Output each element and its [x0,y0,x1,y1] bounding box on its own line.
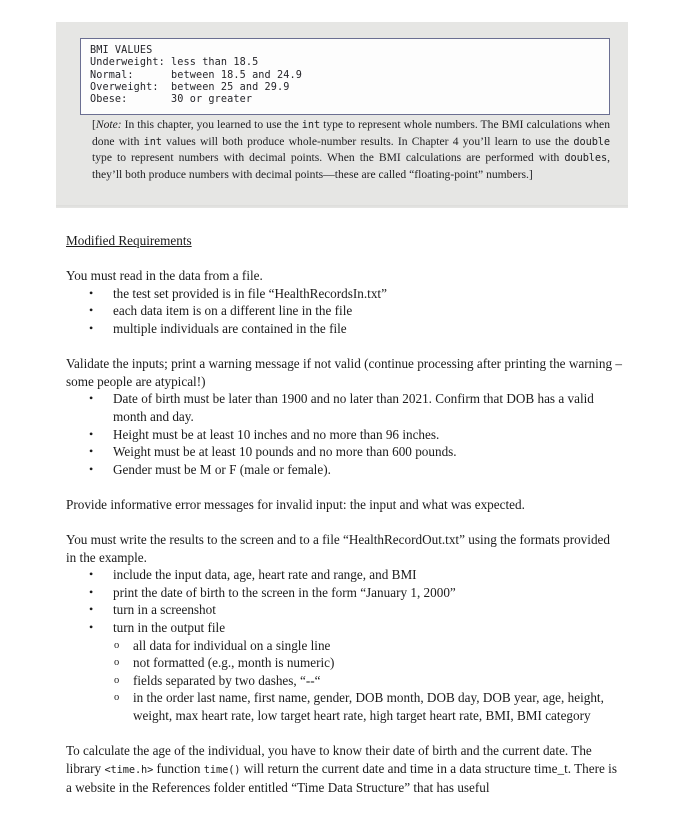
list-item: • turn in a screenshot [89,601,622,619]
list-item: • turn in the output file [89,619,622,637]
list-item: • multiple individuals are contained in t… [89,320,622,338]
list-item: • Weight must be at least 10 pounds and n… [89,443,622,461]
inline-code-doubles: doubles [564,152,608,165]
list-item: o in the order last name, first name, gen… [114,689,622,724]
intro-paragraph: You must read in the data from a file. [66,268,263,284]
list-item-label: Weight must be at least 10 pounds and no… [113,444,457,460]
circle-marker-icon: o [114,674,120,686]
inline-code-int-2: int [143,135,162,148]
list-item: o not formatted (e.g., month is numeric) [114,654,622,672]
list-item-label: fields separated by two dashes, “--“ [133,672,321,688]
bullet-marker-icon: • [89,567,94,582]
note-label: Note: [95,118,122,131]
list-item: • Gender must be M or F (male or female). [89,461,622,479]
list-item: • include the input data, age, heart rate… [89,566,622,584]
list-item: o fields separated by two dashes, “--“ [114,672,622,690]
bullet-marker-icon: • [89,426,94,441]
validate-bullet-list: • Date of birth must be later than 1900 a… [66,390,622,478]
list-item: • the test set provided is in file “Healt… [89,285,622,303]
list-item-label: each data item is on a different line in… [113,303,353,319]
section-heading-modified-requirements: Modified Requirements [66,233,192,248]
inline-code-time-function: time() [203,763,241,776]
closing-text-2: function [153,760,204,776]
list-item-label: turn in a screenshot [113,602,216,618]
list-item: • each data item is on a different line i… [89,302,622,320]
list-item-label: all data for individual on a single line [133,637,331,653]
bmi-values-code-box: BMI VALUES Underweight: less than 18.5 N… [80,38,610,116]
bullet-marker-icon: • [89,620,94,635]
bmi-values-code-text: BMI VALUES Underweight: less than 18.5 N… [90,45,302,106]
intro-bullet-list: • the test set provided is in file “Healt… [66,285,622,338]
list-item-label: turn in the output file [113,620,226,636]
list-item-label: print the date of birth to the screen in… [113,584,456,600]
list-item-label: not formatted (e.g., month is numeric) [133,655,335,671]
error-messages-paragraph: Provide informative error messages for i… [66,496,525,512]
list-item: • print the date of birth to the screen i… [89,584,622,602]
list-item-label: Gender must be M or F (male or female). [113,461,331,477]
bullet-marker-icon: • [89,584,94,599]
circle-marker-icon: o [114,657,120,669]
note-text-4: type to represent numbers with decimal p… [92,151,565,165]
inline-code-double: double [573,135,610,148]
list-item: • Height must be at least 10 inches and n… [89,426,622,444]
bullet-marker-icon: • [89,320,94,335]
bullet-marker-icon: • [89,444,94,459]
note-paragraph: [Note: In this chapter, you learned to u… [92,117,610,182]
output-paragraph: You must write the results to the screen… [66,532,610,565]
closing-paragraph: To calculate the age of the individual, … [66,742,622,797]
circle-marker-icon: o [114,639,120,651]
note-text-3: values will both produce whole-number re… [161,134,574,148]
list-item: • Date of birth must be later than 1900 a… [89,390,622,425]
bullet-marker-icon: • [89,303,94,318]
circle-marker-icon: o [114,692,120,704]
assignment-body: Modified Requirements You must read in t… [66,232,622,797]
inline-code-int-1: int [301,119,321,131]
list-item-label: include the input data, age, heart rate … [113,567,417,583]
bullet-marker-icon: • [89,391,94,406]
note-text-1: In this chapter, you learned to use the [121,118,302,131]
list-item-label: Date of birth must be later than 1900 an… [113,391,594,424]
list-item-label: multiple individuals are contained in th… [113,320,347,336]
validate-paragraph: Validate the inputs; print a warning mes… [66,356,622,389]
list-item-label: the test set provided is in file “Health… [113,285,387,301]
bullet-marker-icon: • [89,602,94,617]
bullet-marker-icon: • [89,461,94,476]
inline-code-time-header: <time.h> [104,763,154,776]
list-item-label: in the order last name, first name, gend… [133,690,604,724]
list-item-label: Height must be at least 10 inches and no… [113,426,440,442]
list-item: o all data for individual on a single lin… [114,637,622,655]
bullet-marker-icon: • [89,285,94,300]
output-sub-bullet-list: o all data for individual on a single lin… [66,637,622,725]
output-bullet-list: • include the input data, age, heart rate… [66,566,622,636]
